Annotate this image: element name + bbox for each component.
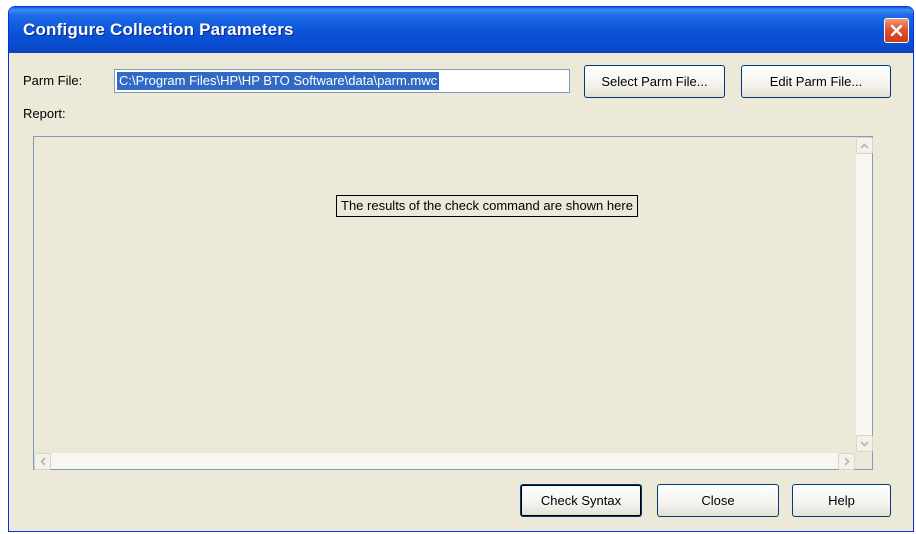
window-title: Configure Collection Parameters xyxy=(23,20,294,39)
scroll-down-arrow-icon xyxy=(860,440,869,447)
parm-file-value: C:\Program Files\HP\HP BTO Software\data… xyxy=(117,72,440,90)
edit-parm-file-button[interactable]: Edit Parm File... xyxy=(741,65,891,98)
title-bar[interactable]: Configure Collection Parameters xyxy=(9,7,913,53)
close-button[interactable]: Close xyxy=(657,484,779,517)
close-window-button[interactable] xyxy=(884,18,909,43)
scroll-up-button[interactable] xyxy=(856,137,873,154)
close-icon xyxy=(890,24,903,37)
report-text-area[interactable]: The results of the check command are sho… xyxy=(33,136,873,470)
dialog-client-area: Parm File: C:\Program Files\HP\HP BTO So… xyxy=(12,53,910,528)
scroll-left-arrow-icon xyxy=(39,457,46,466)
parm-file-input[interactable]: C:\Program Files\HP\HP BTO Software\data… xyxy=(114,69,570,93)
dialog-window: Configure Collection Parameters Parm Fil… xyxy=(8,6,914,532)
select-parm-file-button[interactable]: Select Parm File... xyxy=(584,65,725,98)
scroll-right-arrow-icon xyxy=(843,457,850,466)
parm-file-label: Parm File: xyxy=(23,73,83,88)
scroll-right-button[interactable] xyxy=(838,453,855,470)
report-label: Report: xyxy=(23,106,66,121)
vertical-scrollbar[interactable] xyxy=(855,137,873,452)
scroll-down-button[interactable] xyxy=(856,435,873,452)
scroll-left-button[interactable] xyxy=(34,453,51,470)
report-hint-text: The results of the check command are sho… xyxy=(336,195,638,217)
horizontal-scrollbar[interactable] xyxy=(34,452,855,470)
help-button[interactable]: Help xyxy=(792,484,891,517)
check-syntax-button[interactable]: Check Syntax xyxy=(520,484,642,517)
scroll-up-arrow-icon xyxy=(860,142,869,149)
scrollbar-corner xyxy=(855,452,872,469)
